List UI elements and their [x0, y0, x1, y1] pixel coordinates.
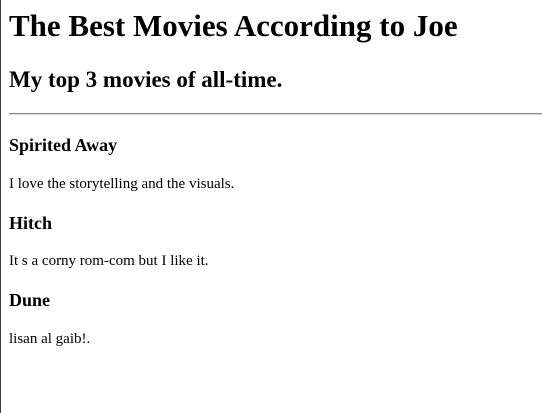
- page-title: The Best Movies According to Joe: [9, 8, 458, 43]
- movie-description: lisan al gaib!.: [9, 331, 91, 347]
- window-left-edge: [0, 0, 1, 413]
- movie-description: It s a corny rom-com but I like it.: [9, 253, 209, 269]
- horizontal-divider: [9, 113, 542, 115]
- movie-description: I love the storytelling and the visuals.: [9, 176, 235, 192]
- movie-title: Dune: [9, 290, 51, 310]
- movie-title: Spirited Away: [9, 135, 118, 155]
- page-subtitle: My top 3 movies of all-time.: [9, 67, 283, 92]
- movie-title: Hitch: [9, 213, 52, 233]
